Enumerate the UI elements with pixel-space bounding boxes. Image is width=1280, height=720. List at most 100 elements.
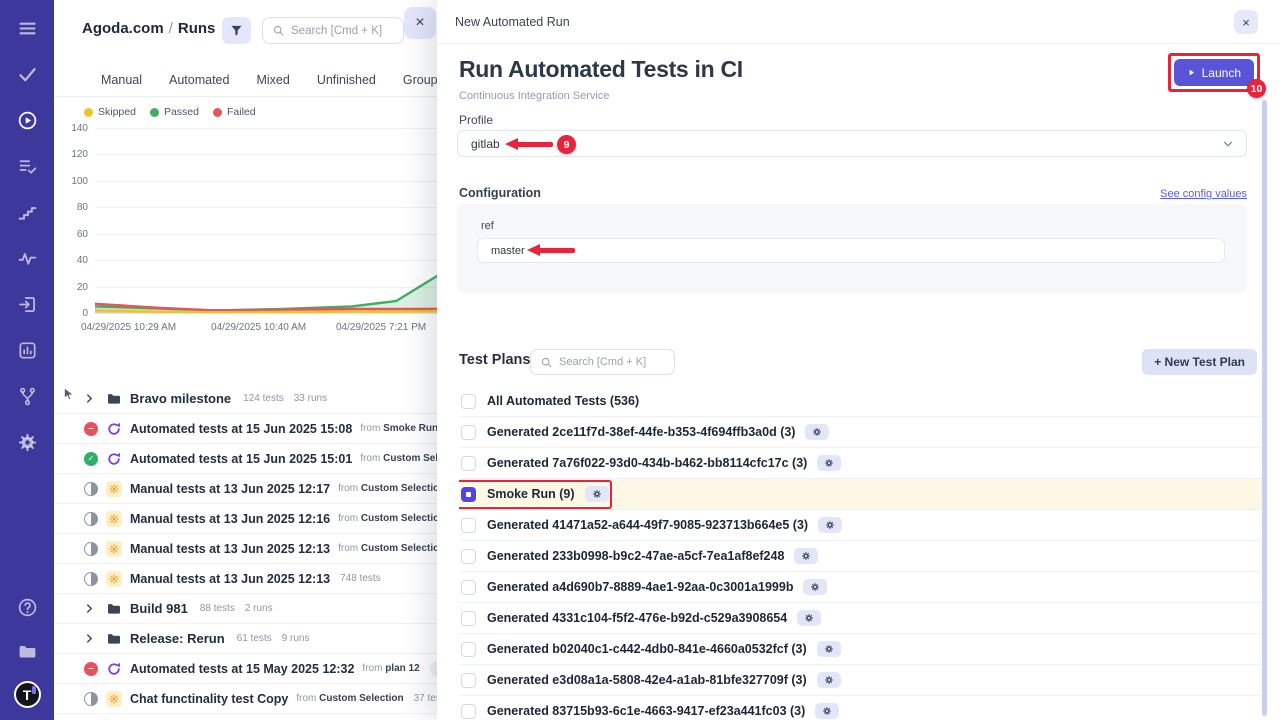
- test-plan-checkbox[interactable]: [461, 549, 476, 564]
- run-title[interactable]: Manual tests at 13 Jun 2025 12:16: [130, 512, 330, 526]
- run-row[interactable]: Manual tests at 13 Jun 2025 12:16 from C…: [54, 504, 437, 534]
- test-plan-settings-button[interactable]: [797, 610, 821, 626]
- run-row[interactable]: Automated tests at 15 Jun 2025 15:01 fro…: [54, 444, 437, 474]
- test-plan-settings-button[interactable]: [805, 424, 829, 440]
- tab-groups[interactable]: Groups: [403, 73, 437, 87]
- run-row[interactable]: Manual tests at 13 Jun 2025 12:13 748 te…: [54, 564, 437, 594]
- run-row[interactable]: Automated tests at 15 May 2025 12:32 fro…: [54, 654, 437, 684]
- user-avatar[interactable]: T: [14, 681, 41, 708]
- test-plan-checkbox[interactable]: [461, 518, 476, 533]
- sidebar-item-analytics[interactable]: [13, 244, 41, 272]
- test-plan-row[interactable]: Generated 4331c104-f5f2-476e-b92d-c529a3…: [459, 603, 1266, 634]
- chevron-right-icon[interactable]: [84, 633, 95, 644]
- test-plan-row[interactable]: Smoke Run (9): [459, 479, 1266, 510]
- sidebar-item-import[interactable]: [13, 290, 41, 318]
- see-config-values-link[interactable]: See config values: [1160, 188, 1247, 200]
- test-plan-checkbox[interactable]: [461, 456, 476, 471]
- test-plan-label[interactable]: Generated e3d08a1a-5808-42e4-a1ab-81bfe3…: [487, 673, 807, 687]
- test-plan-checkbox[interactable]: [461, 425, 476, 440]
- chevron-right-icon[interactable]: [84, 393, 95, 404]
- tab-automated[interactable]: Automated: [169, 73, 229, 87]
- run-row[interactable]: Manual tests at 13 Jun 2025 12:13 from C…: [54, 534, 437, 564]
- sidebar-item-settings[interactable]: [13, 428, 41, 456]
- test-plan-label[interactable]: Generated a4d690b7-8889-4ae1-92aa-0c3001…: [487, 580, 793, 594]
- test-plan-label[interactable]: Generated 7a76f022-93d0-434b-b462-bb8114…: [487, 456, 807, 470]
- sidebar-item-reports[interactable]: [13, 336, 41, 364]
- run-title[interactable]: Manual tests at 13 Jun 2025 12:13: [130, 542, 330, 556]
- test-plan-settings-button[interactable]: [817, 672, 841, 688]
- test-plan-label[interactable]: Generated 4331c104-f5f2-476e-b92d-c529a3…: [487, 611, 787, 625]
- panel-close-button[interactable]: ×: [404, 7, 436, 39]
- test-plan-row[interactable]: Generated 41471a52-a644-49f7-9085-923713…: [459, 510, 1266, 541]
- run-title[interactable]: Chat functinality test Copy: [130, 692, 288, 706]
- test-badge[interactable]: test: [430, 661, 437, 677]
- tab-unfinished[interactable]: Unfinished: [317, 73, 376, 87]
- sidebar-item-menu[interactable]: [13, 14, 41, 42]
- folder-name[interactable]: Release: Rerun: [130, 631, 225, 646]
- test-plan-row[interactable]: Generated 2ce11f7d-38ef-44fe-b353-4f694f…: [459, 417, 1266, 448]
- test-plan-label[interactable]: Generated 233b0998-b9c2-47ae-a5cf-7ea1af…: [487, 549, 784, 563]
- tab-mixed[interactable]: Mixed: [256, 73, 289, 87]
- sidebar-item-test-plans[interactable]: [13, 152, 41, 180]
- run-row[interactable]: Automated tests at 15 Jun 2025 15:08 fro…: [54, 414, 437, 444]
- test-plan-checkbox[interactable]: [461, 673, 476, 688]
- test-plan-settings-button[interactable]: [818, 517, 842, 533]
- test-plans-search-input[interactable]: [559, 356, 665, 368]
- sidebar-item-tests[interactable]: [13, 60, 41, 88]
- test-plan-checkbox[interactable]: [461, 704, 476, 719]
- breadcrumb-project[interactable]: Agoda.com: [82, 20, 164, 37]
- sidebar-item-help[interactable]: [13, 593, 41, 621]
- test-plan-label[interactable]: Generated 83715b93-6c1e-4663-9417-ef23a4…: [487, 704, 805, 718]
- test-plans-search[interactable]: [530, 349, 675, 375]
- launch-button[interactable]: Launch: [1174, 59, 1254, 86]
- sidebar-item-milestones[interactable]: [13, 198, 41, 226]
- run-title[interactable]: Manual tests at 13 Jun 2025 12:17: [130, 482, 330, 496]
- test-plan-row[interactable]: Generated 233b0998-b9c2-47ae-a5cf-7ea1af…: [459, 541, 1266, 572]
- tab-manual[interactable]: Manual: [101, 73, 142, 87]
- test-plan-row[interactable]: Generated 83715b93-6c1e-4663-9417-ef23a4…: [459, 696, 1266, 720]
- modal-scrollbar[interactable]: [1262, 100, 1267, 716]
- modal-close-button[interactable]: ×: [1234, 10, 1258, 34]
- test-plan-row[interactable]: Generated b02040c1-c442-4db0-841e-4660a0…: [459, 634, 1266, 665]
- test-plan-row[interactable]: Generated a4d690b7-8889-4ae1-92aa-0c3001…: [459, 572, 1266, 603]
- run-folder-row[interactable]: Bravo milestone 124 tests 33 runs: [54, 384, 437, 414]
- run-title[interactable]: Automated tests at 15 Jun 2025 15:01: [130, 452, 352, 466]
- test-plan-row[interactable]: Generated e3d08a1a-5808-42e4-a1ab-81bfe3…: [459, 665, 1266, 696]
- run-row[interactable]: Chat functinality test Copy from Custom …: [54, 684, 437, 714]
- chevron-right-icon[interactable]: [84, 603, 95, 614]
- test-plan-settings-button[interactable]: [817, 641, 841, 657]
- run-row[interactable]: Manual tests at 13 Jun 2025 12:17 from C…: [54, 474, 437, 504]
- test-plan-label[interactable]: Generated 41471a52-a644-49f7-9085-923713…: [487, 518, 808, 532]
- folder-name[interactable]: Bravo milestone: [130, 391, 231, 406]
- test-plan-label[interactable]: Generated b02040c1-c442-4db0-841e-4660a0…: [487, 642, 807, 656]
- test-plan-settings-button[interactable]: [815, 703, 839, 719]
- run-folder-row[interactable]: Build 981 88 tests 2 runs: [54, 594, 437, 624]
- runs-search[interactable]: [262, 17, 404, 44]
- run-title[interactable]: Manual tests at 13 Jun 2025 12:13: [130, 572, 330, 586]
- sidebar-item-branches[interactable]: [13, 382, 41, 410]
- runs-search-input[interactable]: [291, 25, 394, 37]
- ref-input[interactable]: [477, 238, 1225, 263]
- run-title[interactable]: Automated tests at 15 May 2025 12:32: [130, 662, 354, 676]
- test-plan-checkbox[interactable]: [461, 394, 476, 409]
- test-plan-settings-button[interactable]: [803, 579, 827, 595]
- test-plan-checkbox[interactable]: [461, 487, 476, 502]
- test-plan-label[interactable]: All Automated Tests (536): [487, 394, 639, 408]
- new-test-plan-button[interactable]: + New Test Plan: [1142, 349, 1257, 375]
- test-plan-settings-button[interactable]: [817, 455, 841, 471]
- run-folder-row[interactable]: Release: Rerun 61 tests 9 runs: [54, 624, 437, 654]
- test-plan-row[interactable]: Generated 7a76f022-93d0-434b-b462-bb8114…: [459, 448, 1266, 479]
- test-plan-settings-button[interactable]: [794, 548, 818, 564]
- test-plan-checkbox[interactable]: [461, 580, 476, 595]
- sidebar-item-projects[interactable]: [13, 637, 41, 665]
- sidebar-item-runs[interactable]: [13, 106, 41, 134]
- folder-name[interactable]: Build 981: [130, 601, 188, 616]
- test-plan-checkbox[interactable]: [461, 611, 476, 626]
- test-plan-settings-button[interactable]: [585, 486, 609, 502]
- test-plan-row[interactable]: All Automated Tests (536): [459, 386, 1266, 417]
- run-title[interactable]: Automated tests at 15 Jun 2025 15:08: [130, 422, 352, 436]
- test-plan-label[interactable]: Generated 2ce11f7d-38ef-44fe-b353-4f694f…: [487, 425, 795, 439]
- test-plan-label[interactable]: Smoke Run (9): [487, 487, 575, 501]
- test-plan-checkbox[interactable]: [461, 642, 476, 657]
- filter-button[interactable]: [222, 17, 251, 44]
